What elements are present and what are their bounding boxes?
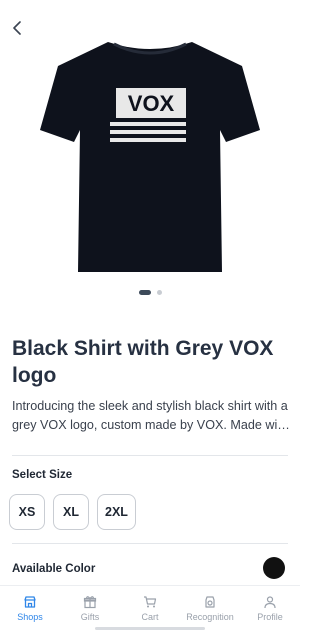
recognition-icon	[205, 596, 215, 608]
cart-icon	[144, 596, 157, 608]
available-color-label: Available Color	[12, 563, 96, 575]
nav-label: Cart	[141, 612, 159, 622]
nav-label: Shops	[17, 612, 43, 622]
chevron-left-icon	[13, 21, 21, 35]
size-option-xl[interactable]: XL	[53, 494, 89, 530]
nav-label: Recognition	[186, 612, 234, 622]
size-option-2xl[interactable]: 2XL	[97, 494, 136, 530]
carousel-dot[interactable]	[138, 290, 151, 295]
size-option-xs[interactable]: XS	[9, 494, 45, 530]
nav-item-cart[interactable]: Cart	[121, 586, 179, 622]
product-description[interactable]: Introducing the sleek and stylish black …	[12, 397, 290, 435]
gift-icon	[83, 596, 97, 609]
vox-logo-text: VOX	[128, 91, 175, 116]
home-indicator	[95, 627, 205, 630]
nav-item-shops[interactable]: Shops	[1, 586, 59, 622]
nav-item-recognition[interactable]: Recognition	[181, 586, 239, 622]
size-options: XS XL 2XL	[9, 494, 136, 530]
profile-icon	[264, 596, 276, 609]
select-size-label: Select Size	[12, 469, 73, 481]
product-image[interactable]: VOX	[30, 38, 270, 276]
shop-icon	[24, 596, 36, 608]
nav-label: Gifts	[80, 612, 100, 622]
image-carousel-indicator	[0, 290, 300, 295]
product-title: Black Shirt with Grey VOX logo	[12, 337, 274, 387]
back-button[interactable]	[6, 16, 30, 40]
tshirt-image: VOX	[40, 42, 260, 272]
divider	[12, 455, 288, 456]
nav-item-gifts[interactable]: Gifts	[61, 586, 119, 622]
color-swatch-black[interactable]	[263, 557, 285, 579]
carousel-dot[interactable]	[156, 290, 162, 295]
divider	[12, 543, 288, 544]
nav-label: Profile	[257, 612, 283, 622]
nav-item-profile[interactable]: Profile	[241, 586, 299, 622]
